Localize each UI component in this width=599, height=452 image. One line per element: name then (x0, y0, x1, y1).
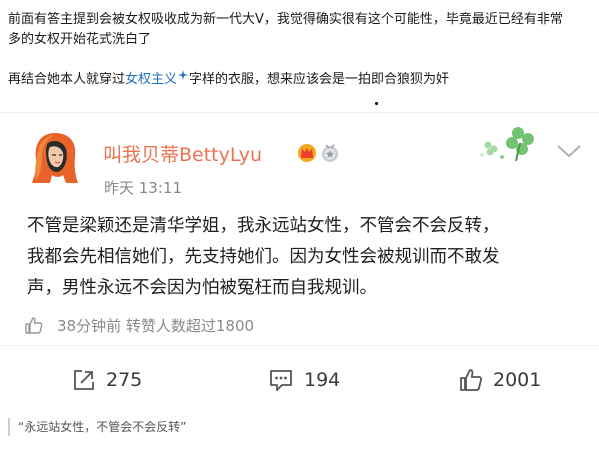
like-icon (460, 369, 482, 391)
search-sparkle-icon (178, 70, 189, 80)
weibo-post-card: 叫我贝蒂BettyLyu 昨天 13:11 不管是梁颖还是清华学姐，我永远站女性… (0, 112, 599, 410)
post-line-1: 不管是梁颖还是清华学姐，我永远站女性，不管会不会反转， (27, 216, 500, 236)
divider (0, 345, 599, 346)
article-paragraph-1: 前面有答主提到会被女权吸收成为新一代大V，我觉得确实很有这个可能性，毕竟最近已经… (8, 10, 563, 50)
level-medal-icon[interactable] (320, 143, 340, 163)
article-paragraph-1-line-1: 前面有答主提到会被女权吸收成为新一代大V，我觉得确实很有这个可能性，毕竟最近已经… (8, 12, 563, 27)
post-body: 不管是梁颖还是清华学姐，我永远站女性，不管会不会反转， 我都会先相信她们，先支持… (27, 211, 500, 304)
chevron-down-icon[interactable] (556, 143, 582, 159)
repost-icon (74, 370, 94, 390)
article-paragraph-2-text-after: 字样的衣服，想来应该会是一拍即合狼狈为奸 (189, 72, 450, 87)
image-caption: “永远站女性，不管会不会反转” (8, 418, 186, 436)
comment-button[interactable]: 194 (268, 365, 340, 395)
clover-decoration-icon (480, 127, 534, 162)
feminism-link[interactable]: 女权主义 (125, 70, 189, 87)
comment-icon (270, 370, 292, 391)
avatar[interactable] (30, 131, 80, 185)
post-meta: 38分钟前 转赞人数超过1800 (25, 313, 254, 337)
repost-button[interactable]: 275 (72, 365, 142, 395)
feminism-link-text: 女权主义 (125, 72, 178, 87)
like-button[interactable]: 2001 (459, 365, 541, 395)
article-paragraph-2: 再结合她本人就穿过女权主义 字样的衣服，想来应该会是一拍即合狼狈为奸 (8, 70, 449, 90)
post-time: 昨天 13:11 (104, 179, 182, 197)
like-count: 2001 (493, 369, 542, 391)
post-meta-text: 38分钟前 转赞人数超过1800 (57, 316, 255, 335)
article-paragraph-2-text-before: 再结合她本人就穿过 (8, 72, 126, 87)
username[interactable]: 叫我贝蒂BettyLyu (103, 140, 262, 167)
article-paragraph-1-line-2: 多的女权开始花式洗白了 (8, 32, 152, 47)
post-line-3: 声，男性永远不会因为怕被冤枉而自我规训。 (27, 278, 377, 298)
repost-count: 275 (106, 369, 143, 391)
post-line-2: 我都会先相信她们，先支持她们。因为女性会被规训而不敢发 (27, 247, 500, 267)
vip-crown-icon[interactable] (297, 143, 317, 163)
thumbs-up-icon (25, 317, 43, 334)
comment-count: 194 (304, 369, 341, 391)
mouse-cursor (375, 102, 378, 105)
